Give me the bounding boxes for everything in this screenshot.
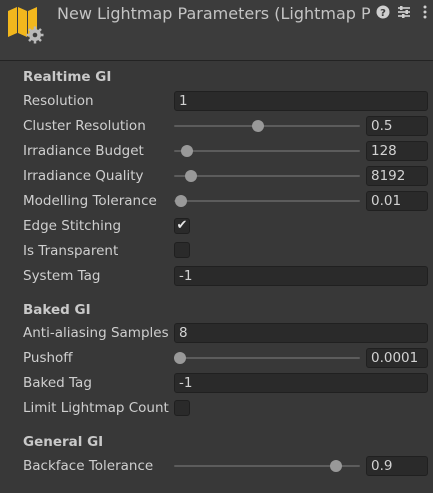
slider-thumb[interactable]: [181, 145, 194, 157]
slider-thumb[interactable]: [329, 460, 342, 472]
slider-track: [174, 200, 360, 202]
inspector-header: New Lightmap Parameters (Lightmap Parame…: [0, 0, 433, 61]
irradiance-quality-slider[interactable]: [174, 166, 360, 186]
cluster-resolution-label: Cluster Resolution: [23, 118, 146, 134]
slider-track: [174, 150, 360, 152]
is-transparent-label: Is Transparent: [23, 243, 119, 259]
checkmark-icon: ✔: [176, 218, 188, 233]
backface-tolerance-field[interactable]: 0.9: [366, 456, 428, 476]
modelling-tolerance-label: Modelling Tolerance: [23, 193, 157, 209]
limit-lightmap-count-checkbox[interactable]: [174, 400, 190, 416]
irradiance-quality-label: Irradiance Quality: [23, 168, 144, 184]
slider-thumb[interactable]: [184, 170, 197, 182]
lightmap-asset-icon: [8, 7, 44, 44]
pushoff-slider[interactable]: [173, 348, 360, 368]
system-tag-field[interactable]: -1: [174, 266, 428, 286]
pushoff-field[interactable]: 0.0001: [366, 348, 428, 368]
is-transparent-checkbox[interactable]: [174, 242, 190, 258]
baked-tag-field[interactable]: -1: [174, 373, 428, 393]
irradiance-budget-slider[interactable]: [174, 141, 360, 161]
inspector-title: New Lightmap Parameters (Lightmap Parame…: [57, 4, 370, 23]
preset-icon[interactable]: [397, 5, 411, 19]
slider-thumb[interactable]: [251, 120, 264, 132]
backface-tolerance-label: Backface Tolerance: [23, 458, 154, 474]
more-menu-icon[interactable]: [418, 5, 432, 19]
cluster-resolution-slider[interactable]: [174, 116, 360, 136]
slider-track: [174, 175, 360, 177]
system-tag-label: System Tag: [23, 268, 101, 284]
pushoff-label: Pushoff: [23, 350, 73, 366]
slider-track: [174, 357, 360, 359]
resolution-label: Resolution: [23, 93, 94, 109]
realtime-gi-header: Realtime GI: [23, 69, 112, 85]
anti-aliasing-label: Anti-aliasing Samples: [23, 325, 169, 341]
limit-lightmap-count-label: Limit Lightmap Count: [23, 400, 169, 416]
edge-stitching-checkbox[interactable]: ✔: [174, 218, 190, 234]
irradiance-quality-field[interactable]: 8192: [366, 166, 428, 186]
general-gi-header: General GI: [23, 434, 104, 450]
resolution-field[interactable]: 1: [174, 91, 428, 111]
baked-tag-label: Baked Tag: [23, 375, 92, 391]
modelling-tolerance-field[interactable]: 0.01: [366, 191, 428, 211]
backface-tolerance-slider[interactable]: [174, 456, 360, 476]
edge-stitching-label: Edge Stitching: [23, 218, 122, 234]
slider-thumb[interactable]: [173, 352, 186, 364]
baked-gi-header: Baked GI: [23, 302, 91, 318]
irradiance-budget-field[interactable]: 128: [366, 141, 428, 161]
anti-aliasing-field[interactable]: 8: [174, 323, 428, 343]
help-icon[interactable]: ?: [376, 5, 390, 19]
slider-track: [174, 125, 360, 127]
cluster-resolution-field[interactable]: 0.5: [366, 116, 428, 136]
svg-text:?: ?: [380, 8, 386, 19]
slider-thumb[interactable]: [175, 195, 188, 207]
irradiance-budget-label: Irradiance Budget: [23, 143, 144, 159]
modelling-tolerance-slider[interactable]: [174, 191, 360, 211]
